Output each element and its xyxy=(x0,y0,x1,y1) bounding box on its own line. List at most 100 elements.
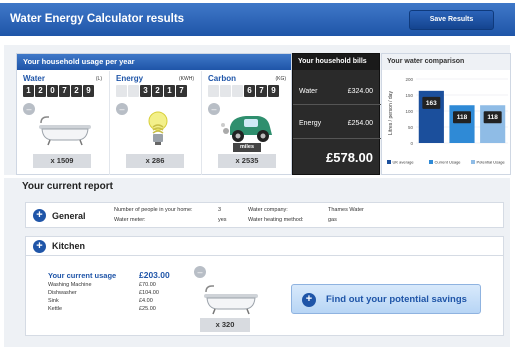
water-multiplier: x 1509 xyxy=(33,154,91,168)
water-digit: 2 xyxy=(35,85,46,97)
page-title: Water Energy Calculator results xyxy=(10,13,185,25)
energy-digit: 1 xyxy=(164,85,175,97)
carbon-unit: (KG) xyxy=(275,76,286,82)
energy-digit xyxy=(128,85,139,97)
legend-swatch xyxy=(471,160,475,164)
item-name: Dishwasher xyxy=(48,290,77,296)
carbon-digit: 6 xyxy=(244,85,255,97)
energy-bill-row: Energy £254.00 xyxy=(299,120,373,127)
bar-value-label: 163 xyxy=(426,100,437,107)
people-value: 3 xyxy=(218,207,222,213)
carbon-digit: 9 xyxy=(268,85,279,97)
energy-digit xyxy=(116,85,127,97)
meter-label: Water meter: xyxy=(114,217,146,223)
water-column: Water (L) 1 2 0 7 2 9 – x 1509 xyxy=(17,71,108,175)
heating-label: Water heating method: xyxy=(248,217,304,223)
general-section[interactable]: + General Number of people in your home:… xyxy=(25,202,504,228)
carbon-counter: 6 7 9 xyxy=(208,85,279,97)
item-value: £104.00 xyxy=(139,290,159,296)
water-digit: 9 xyxy=(83,85,94,97)
y-tick-label: 50 xyxy=(408,125,414,130)
current-usage-total: £203.00 xyxy=(139,270,170,280)
carbon-digit xyxy=(208,85,219,97)
carbon-digit xyxy=(232,85,243,97)
bills-heading: Your household bills xyxy=(293,54,379,70)
find-savings-label: Find out your potential savings xyxy=(326,294,467,305)
y-tick-label: 100 xyxy=(405,109,413,114)
current-usage-label: Your current usage xyxy=(48,271,117,280)
expand-icon[interactable]: + xyxy=(33,240,46,253)
water-bill-value: £324.00 xyxy=(347,88,373,95)
water-bill-label: Water xyxy=(299,88,318,95)
legend-label: Current Usage xyxy=(435,160,462,165)
company-label: Water company: xyxy=(248,207,288,213)
minus-icon[interactable]: – xyxy=(208,103,220,115)
item-value: £70.00 xyxy=(139,282,156,288)
energy-bill-value: £254.00 xyxy=(347,120,373,127)
header-bar: Water Energy Calculator results Save Res… xyxy=(0,3,515,36)
bathtub-icon xyxy=(200,278,262,316)
energy-unit: (KWH) xyxy=(179,76,194,82)
divider xyxy=(293,138,381,139)
water-digit: 0 xyxy=(47,85,58,97)
bar xyxy=(480,105,506,143)
water-label: Water xyxy=(23,74,45,83)
usage-heading: Your household usage per year xyxy=(17,54,291,70)
find-savings-button[interactable]: + Find out your potential savings xyxy=(291,284,481,314)
water-bill-row: Water £324.00 xyxy=(299,88,373,95)
water-unit: (L) xyxy=(95,76,102,82)
legend-label: Potential Usage xyxy=(477,160,506,165)
carbon-digit: 7 xyxy=(256,85,267,97)
company-value: Thames Water xyxy=(328,207,364,213)
energy-multiplier: x 286 xyxy=(126,154,184,168)
water-digit: 2 xyxy=(71,85,82,97)
legend-label: UK average xyxy=(393,160,415,165)
item-value: £25.00 xyxy=(139,306,156,312)
energy-column: Energy (KWH) 3 2 1 7 – x 286 xyxy=(109,71,200,175)
water-comparison-panel: Your water comparison 200 150 100 50 0 Litres… xyxy=(381,53,511,175)
item-name: Kettle xyxy=(48,306,63,312)
bar-value-label: 118 xyxy=(487,114,498,121)
meter-value: yes xyxy=(218,217,227,223)
legend-swatch xyxy=(429,160,433,164)
expand-icon[interactable]: + xyxy=(33,209,46,222)
kitchen-section-header[interactable]: + Kitchen xyxy=(25,236,504,256)
item-name: Washing Machine xyxy=(48,282,92,288)
water-digit: 7 xyxy=(59,85,70,97)
item-value: £4.00 xyxy=(139,298,153,304)
comparison-chart: 200 150 100 50 0 Litres / person / day 163 118 1… xyxy=(387,77,508,165)
energy-digit: 7 xyxy=(176,85,187,97)
carbon-multiplier: x 2535 xyxy=(218,154,276,168)
people-label: Number of people in your home: xyxy=(114,207,193,213)
carbon-label: Carbon xyxy=(208,74,236,83)
legend-swatch xyxy=(387,160,391,164)
energy-digit: 2 xyxy=(152,85,163,97)
bathtub-icon xyxy=(35,109,95,147)
bills-panel: Your household bills Water £324.00 Energ… xyxy=(292,53,381,175)
save-results-button[interactable]: Save Results xyxy=(409,10,494,30)
bills-total: £578.00 xyxy=(326,150,373,165)
energy-bill-label: Energy xyxy=(299,120,322,127)
kitchen-title: Kitchen xyxy=(52,241,86,251)
item-name: Sink xyxy=(48,298,59,304)
lightbulb-icon xyxy=(128,109,188,147)
y-tick-label: 200 xyxy=(405,77,413,82)
water-digit: 1 xyxy=(23,85,34,97)
comparison-heading: Your water comparison xyxy=(382,54,510,70)
car-icon xyxy=(220,109,280,147)
water-counter: 1 2 0 7 2 9 xyxy=(23,85,94,97)
bar xyxy=(449,105,475,143)
plus-icon: + xyxy=(302,293,316,307)
y-axis-label: Litres / person / day xyxy=(388,91,394,135)
heating-value: gas xyxy=(328,217,337,223)
results-page: Water Energy Calculator results Save Res… xyxy=(0,0,515,347)
minus-icon[interactable]: – xyxy=(116,103,128,115)
energy-label: Energy xyxy=(116,74,144,83)
kitchen-multiplier: x 320 xyxy=(200,318,250,332)
usage-panel: Your household usage per year Water (L) … xyxy=(16,53,292,175)
y-tick-label: 150 xyxy=(405,93,413,98)
y-tick-label: 0 xyxy=(410,141,413,146)
minus-icon[interactable]: – xyxy=(23,103,35,115)
minus-icon[interactable]: – xyxy=(194,266,206,278)
miles-label: miles xyxy=(233,143,261,152)
